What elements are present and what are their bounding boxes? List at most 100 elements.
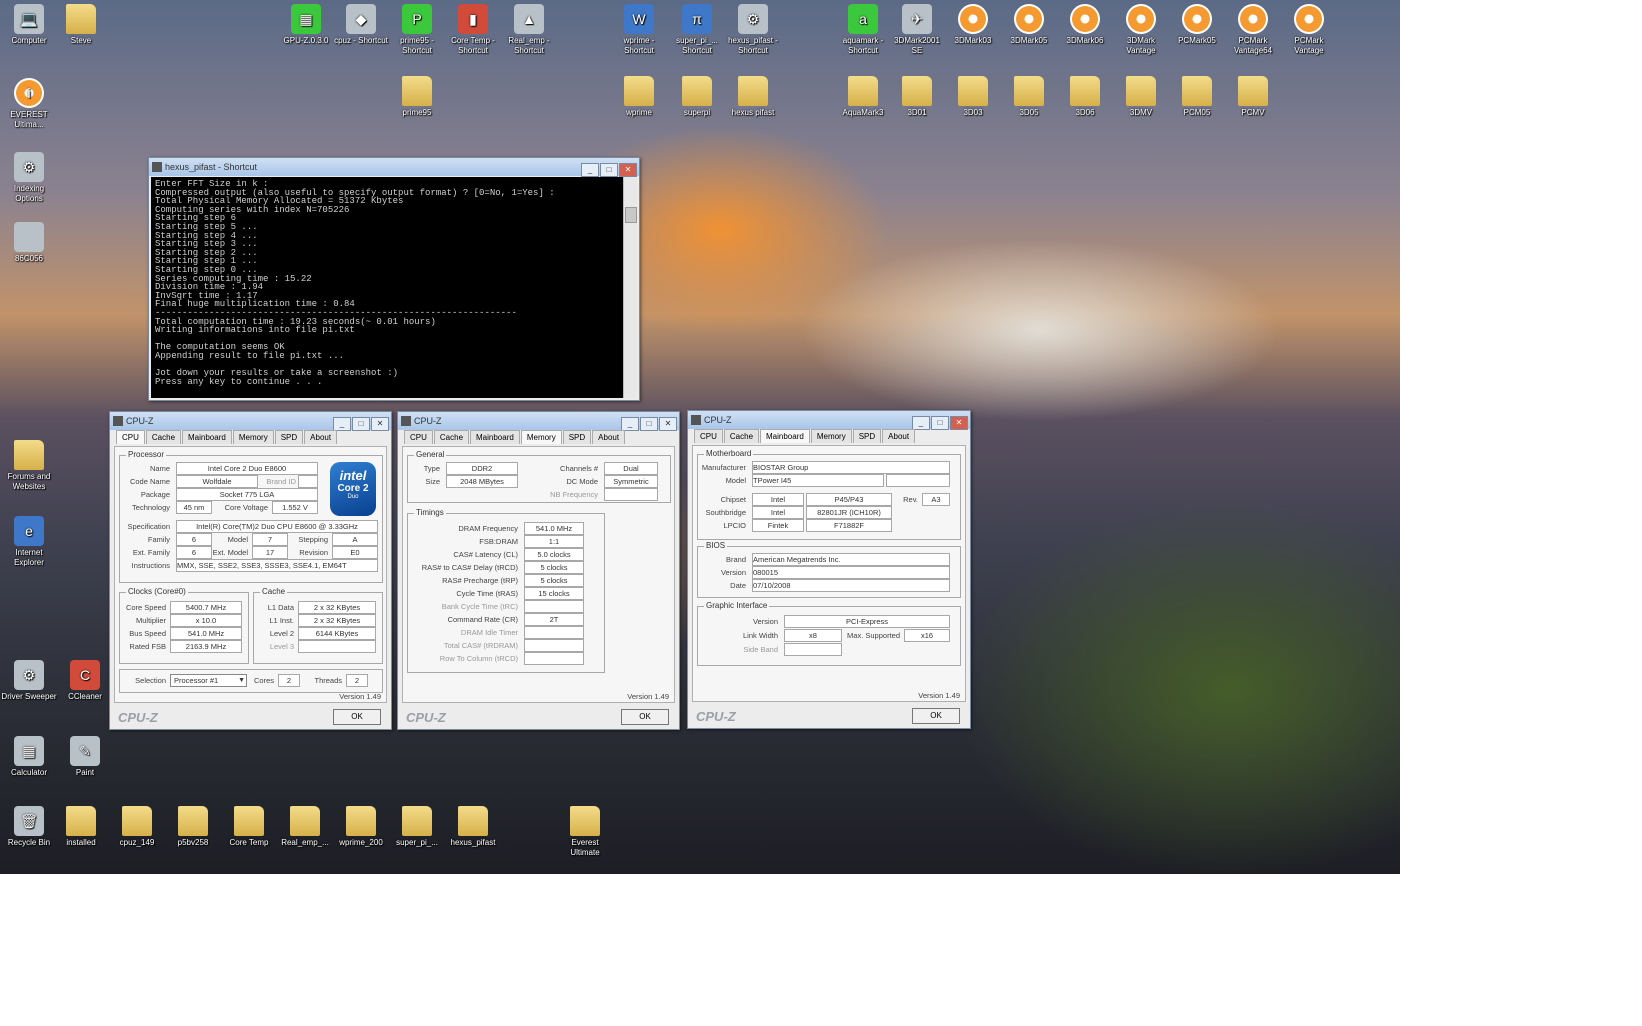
- desktop-icon[interactable]: 3DMV: [1112, 76, 1170, 118]
- tab-about[interactable]: About: [304, 430, 338, 444]
- cpuz-titlebar[interactable]: CPU-Z _ □ ✕: [110, 412, 391, 431]
- scroll-thumb[interactable]: [625, 207, 637, 223]
- desktop-icon[interactable]: PCMV: [1224, 76, 1282, 118]
- desktop-icon-label: 86C056: [14, 254, 44, 263]
- desktop-icon[interactable]: wprime: [610, 76, 668, 118]
- desktop-icon[interactable]: ▦ GPU-Z.0.3.0: [277, 4, 335, 46]
- desktop-icon[interactable]: 3DMark05: [1000, 4, 1058, 46]
- desktop-icon[interactable]: Core Temp: [220, 806, 278, 848]
- desktop-icon[interactable]: i EVEREST Ultima...: [0, 78, 58, 130]
- desktop-icon[interactable]: 3D01: [888, 76, 946, 118]
- minimize-button[interactable]: _: [621, 417, 639, 431]
- ok-button[interactable]: OK: [621, 709, 669, 725]
- desktop-icon[interactable]: 3DMark03: [944, 4, 1002, 46]
- tab-cpu[interactable]: CPU: [694, 429, 723, 443]
- desktop-icon[interactable]: ▲ Real_emp - Shortcut: [500, 4, 558, 56]
- tab-cpu[interactable]: CPU: [404, 430, 433, 444]
- desktop-icon[interactable]: ▮ Core Temp - Shortcut: [444, 4, 502, 56]
- desktop-icon[interactable]: 3D03: [944, 76, 1002, 118]
- console-scrollbar[interactable]: [623, 177, 637, 398]
- cpuz-window-memory[interactable]: CPU-Z _ □ ✕ CPU Cache Mainboard Memory SPD Abou…: [397, 411, 680, 730]
- desktop-icon[interactable]: PCMark Vantage64: [1224, 4, 1282, 56]
- console-titlebar[interactable]: hexus_pifast - Shortcut _ □ ✕: [149, 158, 639, 177]
- desktop-icon[interactable]: 💻 Computer: [0, 4, 58, 46]
- desktop-icon[interactable]: e Internet Explorer: [0, 516, 58, 568]
- desktop-icon[interactable]: C CCleaner: [56, 660, 114, 702]
- desktop-icon[interactable]: PCMark05: [1168, 4, 1226, 46]
- tab-memory[interactable]: Memory: [810, 429, 852, 443]
- tab-about[interactable]: About: [882, 429, 916, 443]
- desktop-icon[interactable]: superpi: [668, 76, 726, 118]
- tab-spd[interactable]: SPD: [274, 430, 304, 444]
- desktop-icon[interactable]: 3DMark06: [1056, 4, 1114, 46]
- desktop-icon[interactable]: super_pi_...: [388, 806, 446, 848]
- close-button[interactable]: ✕: [659, 417, 677, 431]
- desktop-icon[interactable]: ▦ Calculator: [0, 736, 58, 778]
- desktop-icon[interactable]: ⚙ hexus_pifast - Shortcut: [724, 4, 782, 56]
- maximize-button[interactable]: □: [640, 417, 658, 431]
- console-window[interactable]: hexus_pifast - Shortcut _ □ ✕ Enter FFT Si…: [148, 157, 640, 401]
- nbfreq-label: NB Frequency: [550, 490, 598, 499]
- desktop-icon[interactable]: π super_pi_... Shortcut: [668, 4, 726, 56]
- tab-mainboard[interactable]: Mainboard: [760, 429, 810, 443]
- desktop-icon[interactable]: a aquamark - Shortcut: [834, 4, 892, 56]
- desktop-icon[interactable]: p5bv258: [164, 806, 222, 848]
- desktop-icon[interactable]: prime95: [388, 76, 446, 118]
- tab-spd[interactable]: SPD: [852, 429, 882, 443]
- close-button[interactable]: ✕: [950, 416, 968, 430]
- desktop-icon[interactable]: Real_emp_...: [276, 806, 334, 848]
- desktop-icon[interactable]: ✈ 3DMark2001 SE: [888, 4, 946, 56]
- desktop-icon[interactable]: 86C056: [0, 222, 58, 264]
- desktop-icon[interactable]: ⚙ Driver Sweeper: [0, 660, 58, 702]
- desktop-icon[interactable]: installed: [52, 806, 110, 848]
- tab-memory[interactable]: Memory: [232, 430, 274, 444]
- desktop-icon[interactable]: hexus pifast: [724, 76, 782, 118]
- desktop-icon[interactable]: Wwprime - Shortcut: [610, 4, 668, 56]
- cpuz-titlebar[interactable]: CPU-Z _ □ ✕: [688, 411, 970, 430]
- desktop-icon[interactable]: PCMark Vantage: [1280, 4, 1338, 56]
- minimize-button[interactable]: _: [581, 163, 599, 177]
- desktop-icon[interactable]: PCM05: [1168, 76, 1226, 118]
- cpuz-window-cpu[interactable]: CPU-Z _ □ ✕ CPU Cache Mainboard Memory SPD Abou…: [109, 411, 392, 730]
- level2-label: Level 2: [269, 629, 294, 638]
- chevron-down-icon[interactable]: ▼: [238, 675, 245, 686]
- desktop-icon[interactable]: 3D05: [1000, 76, 1058, 118]
- ok-button[interactable]: OK: [912, 708, 960, 724]
- desktop-icon[interactable]: Pprime95 - Shortcut: [388, 4, 446, 56]
- desktop-icon[interactable]: Steve: [52, 4, 110, 46]
- cpuz-window-mainboard[interactable]: CPU-Z _ □ ✕ CPU Cache Mainboard Memory SPD Abou…: [687, 410, 971, 729]
- processor-select[interactable]: Processor #1 ▼: [170, 674, 247, 687]
- cpuz-titlebar[interactable]: CPU-Z _ □ ✕: [398, 412, 679, 431]
- timing-value: [524, 626, 584, 639]
- tab-cpu[interactable]: CPU: [116, 430, 145, 444]
- desktop-icon[interactable]: 3DMark Vantage: [1112, 4, 1170, 56]
- tab-memory[interactable]: Memory: [520, 430, 562, 444]
- close-button[interactable]: ✕: [619, 163, 637, 177]
- ok-button[interactable]: OK: [333, 709, 381, 725]
- minimize-button[interactable]: _: [912, 416, 930, 430]
- desktop-icon[interactable]: 🗑 Recycle Bin: [0, 806, 58, 848]
- desktop-icon[interactable]: AquaMark3: [834, 76, 892, 118]
- desktop-icon[interactable]: hexus_pifast: [444, 806, 502, 848]
- minimize-button[interactable]: _: [333, 417, 351, 431]
- tab-cache[interactable]: Cache: [433, 430, 470, 444]
- maximize-button[interactable]: □: [931, 416, 949, 430]
- desktop-icon[interactable]: Forums and Websites: [0, 440, 58, 492]
- desktop-icon[interactable]: ✎ Paint: [56, 736, 114, 778]
- desktop-icon[interactable]: ◆ cpuz - Shortcut: [332, 4, 390, 46]
- desktop-icon-label: p5bv258: [177, 838, 209, 847]
- tab-spd[interactable]: SPD: [562, 430, 592, 444]
- desktop-icon[interactable]: wprime_200: [332, 806, 390, 848]
- maximize-button[interactable]: □: [600, 163, 618, 177]
- desktop-icon[interactable]: 3D06: [1056, 76, 1114, 118]
- tab-cache[interactable]: Cache: [145, 430, 182, 444]
- tab-mainboard[interactable]: Mainboard: [182, 430, 232, 444]
- desktop-icon[interactable]: ⚙ Indexing Options: [0, 152, 58, 204]
- maximize-button[interactable]: □: [352, 417, 370, 431]
- tab-about[interactable]: About: [592, 430, 626, 444]
- desktop-icon[interactable]: cpuz_149: [108, 806, 166, 848]
- tab-mainboard[interactable]: Mainboard: [470, 430, 520, 444]
- tab-cache[interactable]: Cache: [723, 429, 760, 443]
- close-button[interactable]: ✕: [371, 417, 389, 431]
- desktop-icon[interactable]: Everest Ultimate: [556, 806, 614, 858]
